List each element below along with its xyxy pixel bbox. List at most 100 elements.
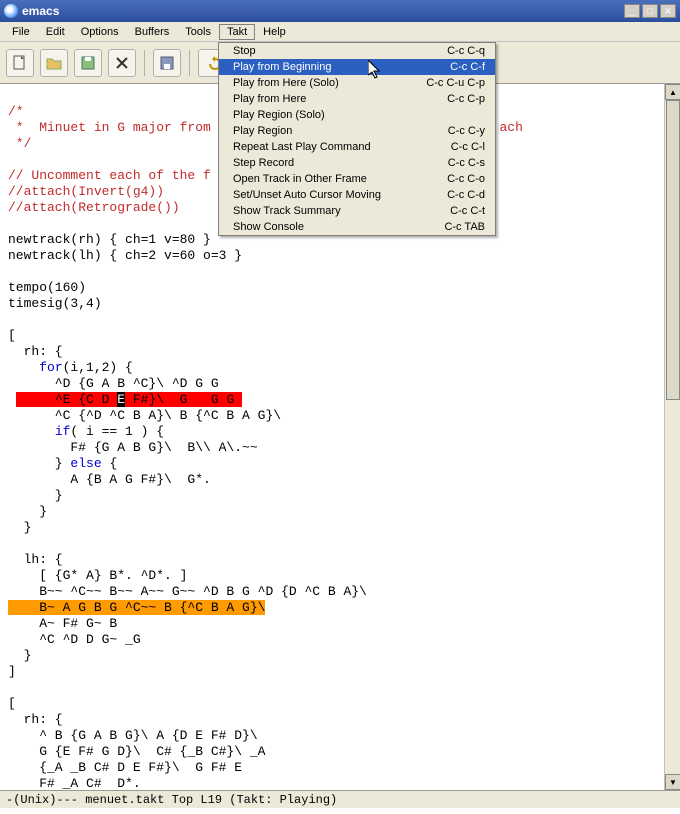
toolbar-separator (144, 50, 145, 76)
menu-item-set-unset-auto-cursor-moving[interactable]: Set/Unset Auto Cursor MovingC-c C-d (219, 187, 495, 203)
close-button[interactable]: ✕ (660, 4, 676, 18)
minimize-button[interactable]: _ (624, 4, 640, 18)
modeline: -(Unix)--- menuet.takt Top L19 (Takt: Pl… (0, 790, 680, 808)
toolbar-separator (189, 50, 190, 76)
menu-item-label: Play Region (Solo) (233, 109, 473, 121)
code-line: ^E {C D E F#}\ G G G (8, 392, 242, 407)
menu-item-label: Repeat Last Play Command (233, 141, 439, 153)
menu-item-label: Stop (233, 45, 435, 57)
code-line: [ (8, 328, 16, 343)
directory-button[interactable] (74, 49, 102, 77)
code-line: } else { (8, 456, 117, 471)
menu-item-label: Open Track in Other Frame (233, 173, 435, 185)
menu-item-shortcut: C-c C-d (435, 189, 485, 201)
menu-item-play-from-here-solo-[interactable]: Play from Here (Solo)C-c C-u C-p (219, 75, 495, 91)
kill-buffer-button[interactable] (108, 49, 136, 77)
menu-item-repeat-last-play-command[interactable]: Repeat Last Play CommandC-c C-l (219, 139, 495, 155)
menu-item-label: Play Region (233, 125, 436, 137)
code-line: if( i == 1 ) { (8, 424, 164, 439)
code-line: tempo(160) (8, 280, 86, 295)
comment: //attach(Retrograde()) (8, 200, 180, 215)
code-line: ^ B {G A B G}\ A {D E F# D}\ (8, 728, 258, 743)
menu-item-label: Play from Beginning (233, 61, 438, 73)
playhead-lh-highlight: B~ A G B G ^C~~ B {^C B A G}\ (8, 600, 265, 615)
menu-tools[interactable]: Tools (177, 24, 219, 40)
menu-item-shortcut: C-c C-t (438, 205, 485, 217)
code-line: ^C {^D ^C B A}\ B {^C B A G}\ (8, 408, 281, 423)
code-line: newtrack(rh) { ch=1 v=80 } (8, 232, 211, 247)
keyword-if: if (55, 424, 71, 439)
menu-item-label: Play from Here (233, 93, 435, 105)
menu-item-show-track-summary[interactable]: Show Track SummaryC-c C-t (219, 203, 495, 219)
menu-item-step-record[interactable]: Step RecordC-c C-s (219, 155, 495, 171)
code-line: lh: { (8, 552, 63, 567)
code-line: ^C ^D D G~ _G (8, 632, 141, 647)
menu-item-shortcut: C-c TAB (432, 221, 485, 233)
code-line: rh: { (8, 712, 63, 727)
code-line: ] (8, 664, 16, 679)
code-line: for(i,1,2) { (8, 360, 133, 375)
code-line: G {E F# G D}\ C# {_B C#}\ _A (8, 744, 265, 759)
window-title: emacs (22, 4, 59, 18)
menu-item-shortcut: C-c C-y (436, 125, 485, 137)
menu-options[interactable]: Options (73, 24, 127, 40)
comment: //attach(Invert(g4)) (8, 184, 164, 199)
code-line: F# _A C# D*. (8, 776, 141, 790)
menu-item-label: Show Track Summary (233, 205, 438, 217)
menu-item-play-from-beginning[interactable]: Play from BeginningC-c C-f (219, 59, 495, 75)
menu-item-play-region-solo-[interactable]: Play Region (Solo) (219, 107, 495, 123)
code-line: B~~ ^C~~ B~~ A~~ G~~ ^D B G ^D {D ^C B A… (8, 584, 367, 599)
save-icon (158, 54, 176, 72)
code-line: A~ F# G~ B (8, 616, 117, 631)
menu-item-open-track-in-other-frame[interactable]: Open Track in Other FrameC-c C-o (219, 171, 495, 187)
menubar: File Edit Options Buffers Tools Takt Hel… (0, 22, 680, 42)
menu-item-shortcut: C-c C-q (435, 45, 485, 57)
menu-item-shortcut: C-c C-o (435, 173, 485, 185)
scroll-up-button[interactable]: ▲ (665, 84, 680, 100)
folder-open-icon (45, 54, 63, 72)
new-file-button[interactable] (6, 49, 34, 77)
comment: */ (8, 136, 31, 151)
open-file-button[interactable] (40, 49, 68, 77)
disk-icon (79, 54, 97, 72)
menu-item-label: Step Record (233, 157, 436, 169)
code-line: newtrack(lh) { ch=2 v=60 o=3 } (8, 248, 242, 263)
playhead-rh-highlight: ^E {C D E F#}\ G G G (16, 392, 242, 407)
menu-item-play-from-here[interactable]: Play from HereC-c C-p (219, 91, 495, 107)
code-line: ^D {G A B ^C}\ ^D G G (8, 376, 219, 391)
menu-buffers[interactable]: Buffers (127, 24, 178, 40)
code-line: } (8, 504, 47, 519)
text-cursor: E (117, 392, 125, 407)
code-line: [ (8, 696, 16, 711)
comment: // Uncomment each of the f (8, 168, 211, 183)
maximize-button[interactable]: □ (642, 4, 658, 18)
titlebar: emacs _ □ ✕ (0, 0, 680, 22)
code-line: A {B A G F#}\ G*. (8, 472, 211, 487)
menu-item-stop[interactable]: StopC-c C-q (219, 43, 495, 59)
menu-item-play-region[interactable]: Play RegionC-c C-y (219, 123, 495, 139)
code-line: } (8, 488, 63, 503)
menu-item-shortcut: C-c C-f (438, 61, 485, 73)
keyword-else: else (70, 456, 101, 471)
menu-item-shortcut: C-c C-s (436, 157, 485, 169)
menu-edit[interactable]: Edit (38, 24, 73, 40)
code-line: timesig(3,4) (8, 296, 102, 311)
scroll-down-button[interactable]: ▼ (665, 774, 680, 790)
menu-takt[interactable]: Takt (219, 24, 255, 40)
save-button[interactable] (153, 49, 181, 77)
scroll-thumb[interactable] (666, 100, 680, 400)
vertical-scrollbar[interactable]: ▲ ▼ (664, 84, 680, 790)
mouse-cursor-icon (368, 60, 382, 80)
menu-help[interactable]: Help (255, 24, 294, 40)
menu-item-label: Show Console (233, 221, 432, 233)
code-line: [ {G* A} B*. ^D*. ] (8, 568, 187, 583)
close-icon (114, 55, 130, 71)
menu-item-show-console[interactable]: Show ConsoleC-c TAB (219, 219, 495, 235)
menu-item-shortcut: C-c C-l (439, 141, 485, 153)
comment: /* (8, 104, 24, 119)
code-line: } (8, 648, 31, 663)
app-icon (4, 4, 18, 18)
modeline-text: -(Unix)--- menuet.takt Top L19 (Takt: Pl… (6, 793, 337, 807)
code-line: {_A _B C# D E F#}\ G F# E (8, 760, 242, 775)
menu-file[interactable]: File (4, 24, 38, 40)
